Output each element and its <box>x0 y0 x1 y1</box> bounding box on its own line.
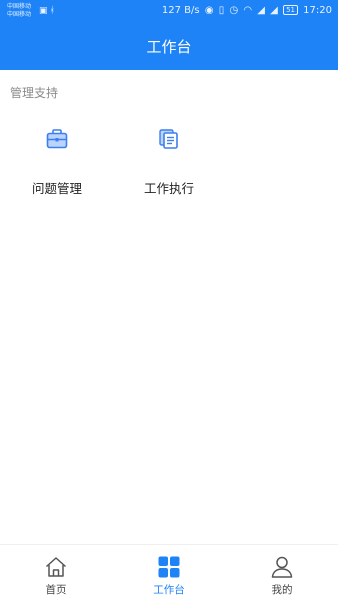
tab-mine-label: 我的 <box>271 584 293 596</box>
status-bar: 中国移动 中国移动 ▣ᚼ 127 B/s ◉ ▯ ◷ ◠ ◢ ◢ 51 17:2… <box>0 0 338 24</box>
tab-mine[interactable]: 我的 <box>242 555 322 597</box>
tab-workbench-label: 工作台 <box>153 584 185 596</box>
section-title: 管理支持 <box>10 86 59 100</box>
app-header: 中国移动 中国移动 ▣ᚼ 127 B/s ◉ ▯ ◷ ◠ ◢ ◢ 51 17:2… <box>0 0 338 70</box>
bottom-tab-bar: 首页 工作台 我的 <box>0 544 338 600</box>
home-icon <box>45 557 67 577</box>
usb-icon: ᚼ <box>49 6 57 16</box>
carrier-info: 中国移动 中国移动 <box>7 3 31 19</box>
issue-management-label: 问题管理 <box>31 181 82 196</box>
work-execution-entry[interactable]: 工作执行 <box>114 128 224 197</box>
tab-home-label: 首页 <box>45 584 67 596</box>
wifi-icon: ◠ <box>243 5 253 16</box>
vibrate-icon: ▯ <box>218 5 225 16</box>
user-icon <box>271 556 293 578</box>
location-icon: ◉ <box>204 5 214 16</box>
tab-home[interactable]: 首页 <box>16 555 96 597</box>
document-icon <box>159 129 178 149</box>
signal-icon: ◢ <box>257 5 265 16</box>
page-title: 工作台 <box>146 38 192 56</box>
carrier-2: 中国移动 <box>7 11 32 18</box>
message-icon: ▣ <box>39 6 50 16</box>
issue-management-entry[interactable]: 问题管理 <box>2 128 112 197</box>
status-right: 127 B/s ◉ ▯ ◷ ◠ ◢ ◢ 51 17:20 <box>160 5 332 16</box>
briefcase-icon <box>46 129 68 149</box>
battery-icon: 51 <box>283 5 298 15</box>
alarm-icon: ◷ <box>229 5 239 16</box>
notification-icons: ▣ᚼ <box>39 6 57 16</box>
signal-2-icon: ◢ <box>270 5 278 16</box>
work-execution-label: 工作执行 <box>143 181 194 196</box>
carrier-1: 中国移动 <box>7 3 32 10</box>
tab-workbench[interactable]: 工作台 <box>129 555 209 597</box>
grid-icon <box>158 556 180 578</box>
network-speed: 127 B/s <box>161 5 200 16</box>
clock-time: 17:20 <box>303 5 332 16</box>
